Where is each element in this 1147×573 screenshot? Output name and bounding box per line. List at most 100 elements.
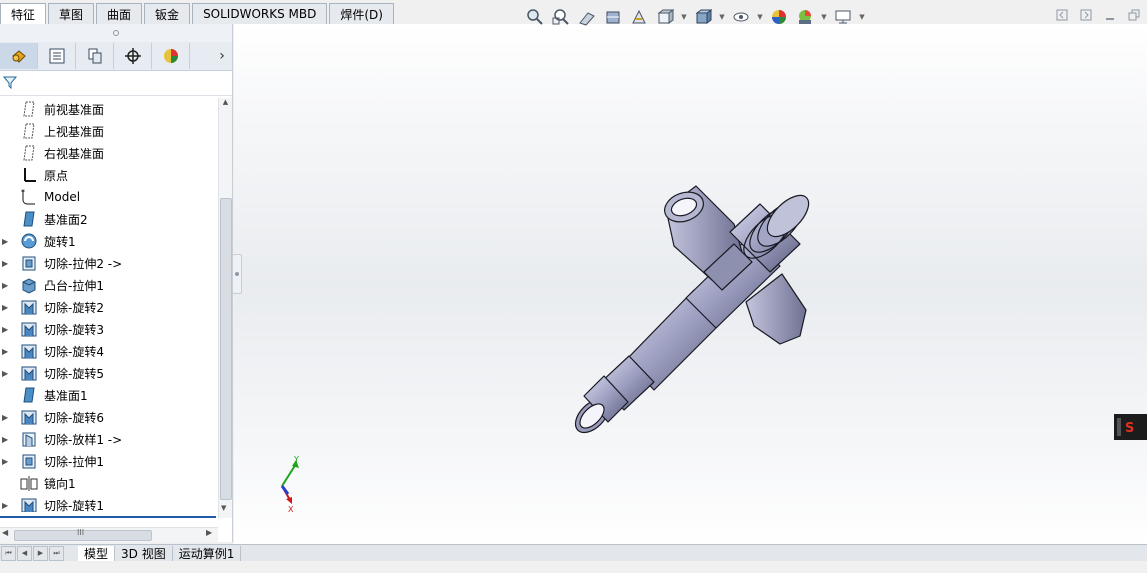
feature-tree-item[interactable]: 基准面2	[0, 208, 218, 230]
tab-sheet-metal[interactable]: 钣金	[144, 3, 191, 24]
cut-revolve-icon	[20, 298, 38, 316]
panel-splitter[interactable]	[232, 254, 242, 294]
bottom-tabs: ⏮ ◀ ▶ ⏭ 模型 3D 视图 运动算例1	[0, 544, 1147, 561]
scroll-up-arrow[interactable]: ▲	[219, 98, 232, 106]
feature-tree-item[interactable]: ▶ 切除-旋转5	[0, 362, 218, 384]
minimize-icon[interactable]	[1103, 8, 1117, 22]
expand-arrow-icon[interactable]: ▶	[2, 237, 12, 246]
plane-solid-icon	[20, 210, 38, 228]
expand-arrow-icon[interactable]: ▶	[2, 281, 12, 290]
feature-tree-item-label: 切除-旋转2	[44, 300, 104, 315]
last-tab-icon[interactable]: ⏭	[49, 545, 64, 561]
triad-y-label: Y	[293, 455, 299, 464]
feature-tree-item[interactable]: 前视基准面	[0, 98, 218, 120]
feature-tree-item[interactable]: 基准面1	[0, 384, 218, 406]
tab-surfaces[interactable]: 曲面	[96, 3, 143, 24]
expand-arrow-icon[interactable]: ▶	[2, 413, 12, 422]
filter-icon[interactable]	[2, 75, 18, 92]
cut-revolve-icon	[20, 496, 38, 512]
display-manager-icon[interactable]	[152, 43, 190, 69]
feature-tree-item[interactable]: ▶ 切除-旋转3	[0, 318, 218, 340]
scroll-left-arrow[interactable]: ◀	[2, 528, 8, 537]
feature-tree-item-label: 上视基准面	[44, 124, 105, 139]
feature-tree-item[interactable]: 原点	[0, 164, 218, 186]
feature-tree-item-label: 右视基准面	[44, 146, 105, 161]
plane-icon	[20, 100, 38, 118]
revolve-icon	[20, 232, 38, 250]
prev-tab-icon[interactable]: ◀	[17, 545, 32, 561]
solidworks-logo: S	[1114, 414, 1147, 440]
plane-icon	[20, 144, 38, 162]
expand-arrow-icon[interactable]: ▶	[2, 347, 12, 356]
configuration-manager-icon[interactable]	[76, 43, 114, 69]
triad-x-label: X	[288, 505, 294, 514]
tab-weldments[interactable]: 焊件(D)	[329, 3, 394, 24]
dimxpert-manager-icon[interactable]	[114, 43, 152, 69]
mirror-icon	[20, 474, 38, 492]
horizontal-scroll-thumb[interactable]: III	[14, 528, 152, 541]
expand-arrow-icon[interactable]: ▶	[2, 259, 12, 268]
tab-motion-study[interactable]: 运动算例1	[173, 545, 242, 561]
feature-tree-item-label: Model	[44, 190, 81, 204]
scroll-down-arrow[interactable]: ▼	[221, 504, 226, 512]
tab-sketch[interactable]: 草图	[48, 3, 95, 24]
scroll-thumb[interactable]	[220, 198, 232, 500]
feature-tree-item-label: 基准面1	[44, 388, 88, 403]
feature-tree-item[interactable]: ▶ 凸台-拉伸1	[0, 274, 218, 296]
feature-tree-item[interactable]: ▶ 切除-旋转4	[0, 340, 218, 362]
expand-arrow-icon[interactable]: ▶	[2, 369, 12, 378]
cut-revolve-icon	[20, 342, 38, 360]
tab-model[interactable]: 模型	[78, 545, 116, 561]
expand-arrow-icon[interactable]: ▶	[2, 435, 12, 444]
feature-tree-item-label: 切除-旋转4	[44, 344, 104, 359]
feature-tree-item[interactable]: ▶ 切除-旋转2	[0, 296, 218, 318]
sketch-icon: *	[20, 188, 38, 206]
svg-text:*: *	[21, 188, 25, 197]
cut-loft-icon	[20, 430, 38, 448]
feature-manager-icon[interactable]	[0, 43, 38, 69]
feature-tree-item[interactable]: ▶ 切除-旋转6	[0, 406, 218, 428]
window-controls	[1055, 8, 1141, 22]
feature-tree-item[interactable]: ▶ 切除-旋转1	[0, 494, 218, 512]
cut-revolve-icon	[20, 364, 38, 382]
expand-arrow-icon[interactable]: ▶	[2, 325, 12, 334]
panel-grip[interactable]	[0, 24, 232, 42]
graphics-area[interactable]: ▼ ▼ ▼ ▼ ▼ Y X	[234, 9, 1147, 546]
next-tab-icon[interactable]: ▶	[33, 545, 48, 561]
feature-tree-item-label: 切除-旋转1	[44, 498, 104, 513]
tree-vertical-scrollbar[interactable]: ▲ ▼	[218, 98, 232, 518]
expand-arrow-icon[interactable]: ▶	[2, 457, 12, 466]
restore-icon[interactable]	[1127, 8, 1141, 22]
first-tab-icon[interactable]: ⏮	[1, 545, 16, 561]
tab-3d-views[interactable]: 3D 视图	[115, 545, 173, 561]
expand-arrow-icon[interactable]: ▶	[2, 501, 12, 510]
feature-tree-item[interactable]: ▶ 切除-放样1 ->	[0, 428, 218, 450]
feature-tree-item[interactable]: ▶ 切除-拉伸2 ->	[0, 252, 218, 274]
tab-features[interactable]: 特征	[0, 3, 47, 24]
feature-tree-item[interactable]: 上视基准面	[0, 120, 218, 142]
property-manager-icon[interactable]	[38, 43, 76, 69]
plane-icon	[20, 122, 38, 140]
scroll-right-arrow[interactable]: ▶	[206, 528, 212, 537]
feature-tree-item[interactable]: 镜向1	[0, 472, 218, 494]
tab-mbd[interactable]: SOLIDWORKS MBD	[192, 3, 328, 24]
collapse-right-icon[interactable]	[1079, 8, 1093, 22]
feature-tree-item[interactable]: 右视基准面	[0, 142, 218, 164]
tree-filter[interactable]	[0, 71, 232, 96]
part-model[interactable]	[234, 24, 1147, 546]
tree-horizontal-scrollbar[interactable]: ◀ III ▶	[0, 527, 218, 542]
feature-tree-item-label: 切除-放样1 ->	[44, 432, 123, 447]
chevron-right-icon[interactable]: ›	[212, 48, 232, 64]
collapse-left-icon[interactable]	[1055, 8, 1069, 22]
expand-arrow-icon[interactable]: ▶	[2, 303, 12, 312]
feature-tree-item[interactable]: ▶ 旋转1	[0, 230, 218, 252]
cut-revolve-icon	[20, 320, 38, 338]
plane-solid-icon	[20, 386, 38, 404]
command-manager-tabs: 特征 草图 曲面 钣金 SOLIDWORKS MBD 焊件(D)	[0, 0, 396, 24]
feature-tree-item-label: 切除-拉伸1	[44, 454, 104, 469]
feature-tree-item[interactable]: * Model	[0, 186, 218, 208]
cut-extrude-icon	[20, 452, 38, 470]
feature-tree-item-label: 旋转1	[44, 234, 76, 249]
selected-row-underline	[0, 516, 216, 518]
feature-tree-item[interactable]: ▶ 切除-拉伸1	[0, 450, 218, 472]
